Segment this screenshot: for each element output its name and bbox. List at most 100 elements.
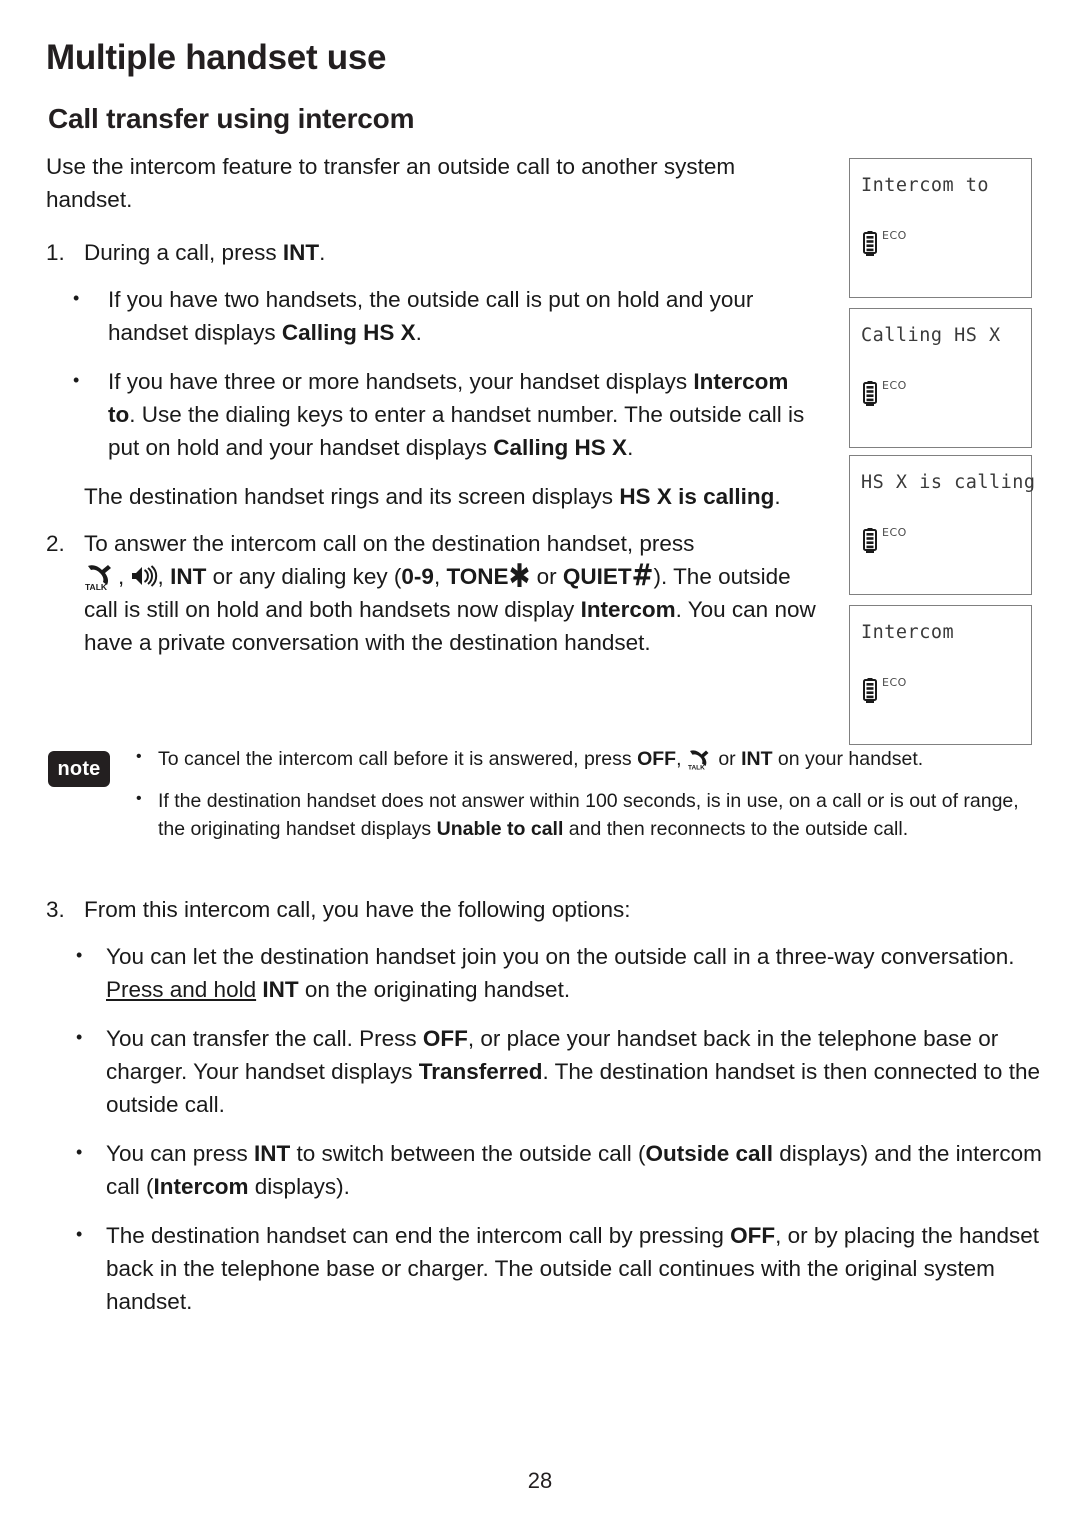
bullet-text-tail: displays). [248, 1174, 350, 1199]
step-2-comma-1: , [118, 564, 125, 589]
handset-screen-2: Calling HS X ECO [849, 308, 1032, 448]
handset-screen-1: Intercom to ECO [849, 158, 1032, 298]
bullet-bold-display: Transferred [418, 1059, 543, 1084]
step-1-text-after: . [319, 240, 326, 265]
eco-label: ECO [882, 379, 907, 392]
step-1-followup: The destination handset rings and its sc… [46, 480, 821, 513]
hash-icon: # [631, 558, 654, 594]
bullet-text: If you have three or more handsets, your… [108, 369, 694, 394]
body-column: Use the intercom feature to transfer an … [46, 150, 821, 673]
lcd-display-text: Calling HS X [861, 325, 1001, 346]
bullet-underlined-action: Press and hold [106, 977, 257, 1002]
followup-bold-display: HS X is calling [619, 484, 775, 509]
step-2-number: 2. [46, 531, 65, 556]
step-2-mid-text: or any dialing key ( [206, 564, 402, 589]
step-1-number: 1. [46, 240, 65, 265]
talk-icon: TALK [84, 561, 118, 591]
bullet-bold-display-2: Intercom [153, 1174, 249, 1199]
battery-icon [863, 381, 877, 406]
bullet-key-off: OFF [730, 1223, 776, 1248]
step-2-sep-1: , [433, 564, 447, 589]
list-item: You can transfer the call. Press OFF, or… [46, 1021, 1046, 1121]
handset-screen-3: HS X is calling ECO [849, 455, 1035, 595]
step-2-line-1: To answer the intercom call on the desti… [84, 531, 695, 556]
eco-label: ECO [882, 676, 907, 689]
eco-label: ECO [882, 526, 907, 539]
speaker-icon [131, 563, 158, 587]
step-2-key-digits: 0-9 [401, 564, 434, 589]
handset-screen-4: Intercom ECO [849, 605, 1032, 745]
list-item: To cancel the intercom call before it is… [134, 743, 1046, 773]
intro-paragraph: Use the intercom feature to transfer an … [46, 154, 736, 212]
note-key-off: OFF [637, 748, 677, 770]
step-2-comma-2: , [157, 564, 164, 589]
list-item: The destination handset can end the inte… [46, 1218, 1046, 1318]
bullet-key-int: INT [254, 1141, 291, 1166]
note-bold-display: Unable to call [436, 818, 564, 840]
note-key-int: INT [741, 748, 773, 770]
bullet-text-mid: to switch between the outside call ( [290, 1141, 646, 1166]
battery-icon [863, 678, 877, 703]
step-2-sep-2: or [530, 564, 563, 589]
star-icon: ✱ [508, 558, 531, 596]
lcd-status-row: ECO [863, 379, 907, 406]
step-2-key-tone: TONE [446, 564, 509, 589]
bullet-text: You can press [106, 1141, 255, 1166]
note-text: To cancel the intercom call before it is… [158, 748, 638, 770]
note-text-tail: on your handset. [772, 748, 924, 770]
step-2: 2. To answer the intercom call on the des… [46, 527, 821, 659]
lcd-status-row: ECO [863, 676, 907, 703]
svg-text:TALK: TALK [85, 582, 108, 591]
list-item: If you have two handsets, the outside ca… [46, 282, 821, 349]
list-item: If the destination handset does not answ… [134, 785, 1046, 843]
chapter-title: Multiple handset use [46, 38, 387, 77]
lcd-display-text: Intercom [861, 622, 955, 643]
step-1: 1. During a call, press INT. [46, 236, 821, 269]
followup-text-tail: . [774, 484, 781, 509]
step-2-close-paren: ). [653, 564, 668, 589]
bullet-text: You can let the destination handset join… [106, 944, 1015, 969]
page-number: 28 [527, 1468, 553, 1493]
bullet-text: If you have two handsets, the outside ca… [108, 287, 754, 345]
step-2-bold-display: Intercom [580, 597, 676, 622]
bullet-text-tail: . [415, 320, 422, 345]
note-sep: , [676, 748, 687, 770]
section-title: Call transfer using intercom [48, 103, 415, 134]
bullet-key-int: INT [262, 977, 299, 1002]
note-list: To cancel the intercom call before it is… [46, 743, 1046, 843]
svg-text:TALK: TALK [688, 765, 705, 771]
note-badge: note [48, 751, 110, 787]
step-3-number: 3. [46, 897, 65, 922]
talk-icon: TALK [687, 747, 713, 772]
bullet-text-mid: . Use the dialing keys to enter a handse… [108, 402, 805, 460]
lcd-status-row: ECO [863, 526, 907, 553]
step-3: 3. From this intercom call, you have the … [46, 893, 1046, 926]
bullet-key-off: OFF [422, 1026, 468, 1051]
followup-text: The destination handset rings and its sc… [84, 484, 620, 509]
step-2-key-quiet: QUIET [562, 564, 632, 589]
battery-icon [863, 528, 877, 553]
step-3-text: From this intercom call, you have the fo… [84, 897, 631, 922]
lcd-display-text: Intercom to [861, 175, 990, 196]
list-item: You can press INT to switch between the … [46, 1136, 1046, 1203]
bullet-bold-display: Outside call [645, 1141, 774, 1166]
bullet-text: The destination handset can end the inte… [106, 1223, 731, 1248]
wide-column: 3. From this intercom call, you have the … [46, 893, 1046, 1334]
bullet-bold-display-2: Calling HS X [493, 435, 628, 460]
bullet-text-tail: on the originating handset. [298, 977, 571, 1002]
note-text-or: or [712, 748, 742, 770]
step-1-key: INT [282, 240, 320, 265]
bullet-text: You can transfer the call. Press [106, 1026, 423, 1051]
manual-page: Multiple handset use Call transfer using… [0, 0, 1080, 1532]
step-1-bullet-list: If you have two handsets, the outside ca… [46, 282, 821, 464]
lcd-status-row: ECO [863, 229, 907, 256]
step-3-bullet-list: You can let the destination handset join… [46, 939, 1046, 1318]
step-2-key-int: INT [170, 564, 207, 589]
note-block: note To cancel the intercom call before … [46, 743, 1046, 857]
bullet-text-tail: . [627, 435, 634, 460]
battery-icon [863, 231, 877, 256]
note-text-tail: and then reconnects to the outside call. [563, 818, 909, 840]
eco-label: ECO [882, 229, 907, 242]
step-1-text-before: During a call, press [84, 240, 283, 265]
bullet-bold-display: Calling HS X [281, 320, 416, 345]
